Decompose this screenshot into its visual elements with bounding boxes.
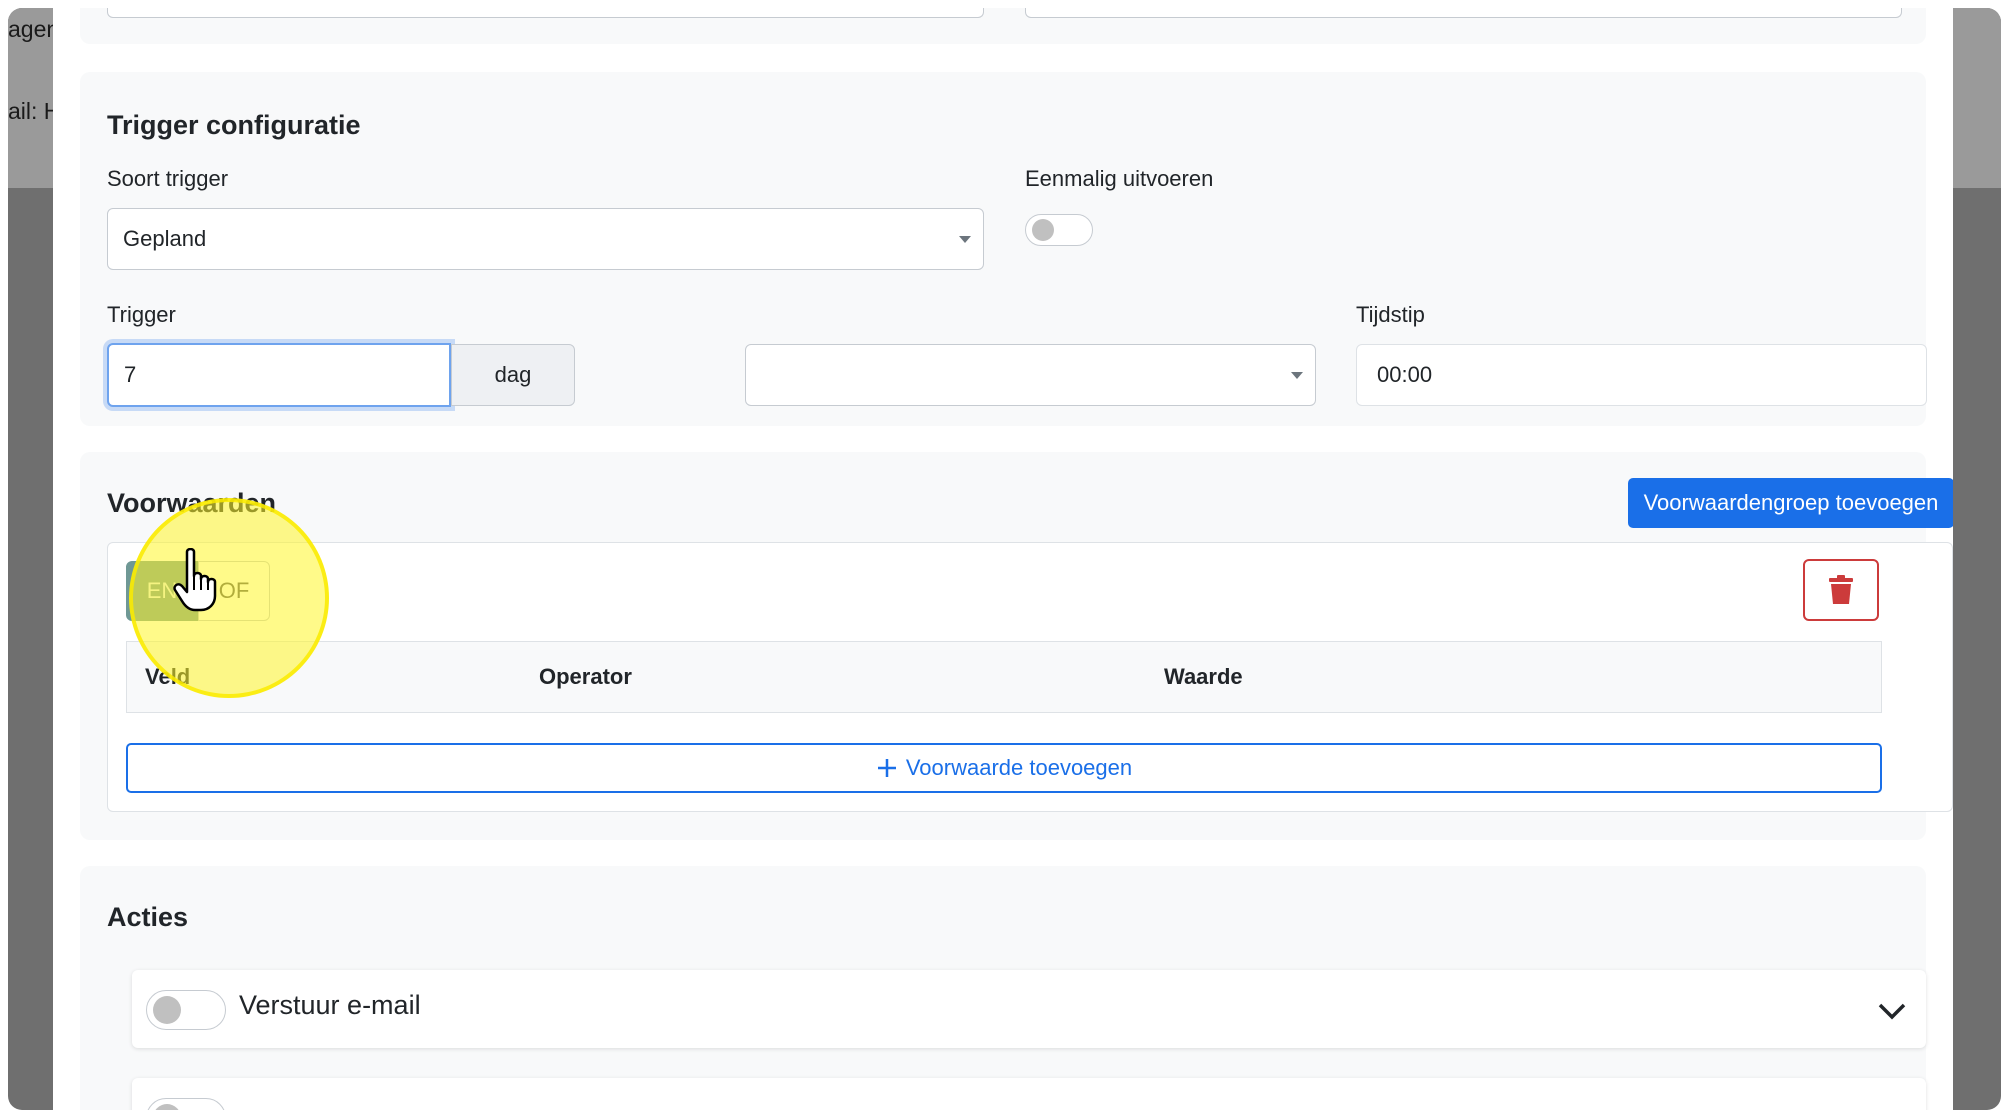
delete-group-button[interactable] xyxy=(1803,559,1879,621)
hand-pointer-icon xyxy=(173,548,217,612)
previous-field-right[interactable] xyxy=(1025,8,1902,18)
chevron-down-icon xyxy=(959,236,971,243)
chevron-down-icon xyxy=(1291,372,1303,379)
trigger-unit-addon: dag xyxy=(451,344,575,406)
trigger-relative-select[interactable] xyxy=(745,344,1316,406)
action-row-second[interactable] xyxy=(132,1078,1926,1110)
trigger-config-card: Trigger configuratie Soort trigger Gepla… xyxy=(80,72,1927,426)
action-toggle-send-email[interactable] xyxy=(146,990,226,1030)
action-row-send-email[interactable]: Verstuur e-mail xyxy=(132,970,1926,1048)
trigger-label: Trigger xyxy=(107,302,176,327)
trigger-type-select[interactable]: Gepland xyxy=(107,208,984,270)
actions-title: Acties xyxy=(107,902,189,932)
actions-card: Acties Verstuur e-mail xyxy=(80,866,1926,1110)
action-toggle-second[interactable] xyxy=(146,1098,226,1110)
trigger-type-label: Soort trigger xyxy=(107,166,229,191)
add-condition-group-button[interactable]: Voorwaardengroep toevoegen xyxy=(1628,478,1953,528)
trash-icon xyxy=(1829,575,1853,604)
toggle-knob xyxy=(153,996,181,1024)
time-label: Tijdstip xyxy=(1356,302,1425,327)
add-condition-button[interactable]: Voorwaarde toevoegen xyxy=(126,743,1882,793)
trigger-config-title: Trigger configuratie xyxy=(107,110,361,140)
time-value: 00:00 xyxy=(1377,362,1433,387)
condition-group: EN OF Veld Operator Waarde xyxy=(107,542,1953,812)
add-condition-label: Voorwaarde toevoegen xyxy=(905,755,1133,780)
trigger-unit-label: dag xyxy=(494,362,532,387)
conditions-card: Voorwaarden Voorwaardengroep toevoegen E… xyxy=(80,452,1953,840)
trigger-amount-value: 7 xyxy=(124,362,137,387)
background-text-top: agen xyxy=(8,16,60,42)
toggle-knob xyxy=(1032,219,1054,241)
trigger-type-value: Gepland xyxy=(123,226,207,251)
previous-field-left[interactable] xyxy=(107,8,984,18)
chevron-down-icon[interactable] xyxy=(1878,1002,1906,1020)
conditions-table-header: Veld Operator Waarde xyxy=(126,641,1882,713)
automation-modal: Trigger configuratie Soort trigger Gepla… xyxy=(53,8,1953,1110)
column-header-value: Waarde xyxy=(1164,664,1243,689)
toggle-knob xyxy=(153,1104,181,1110)
column-header-operator: Operator xyxy=(539,664,632,689)
action-label-send-email: Verstuur e-mail xyxy=(239,990,421,1020)
plus-icon xyxy=(877,759,896,777)
click-highlight xyxy=(129,498,329,698)
once-toggle[interactable] xyxy=(1025,214,1093,246)
once-label: Eenmalig uitvoeren xyxy=(1025,166,1214,191)
time-input[interactable]: 00:00 xyxy=(1356,344,1927,406)
trigger-amount-input[interactable]: 7 xyxy=(107,343,451,407)
screen-frame: agen ail: H Trigger configuratie Soort t… xyxy=(8,8,2001,1110)
previous-card xyxy=(80,8,1926,44)
